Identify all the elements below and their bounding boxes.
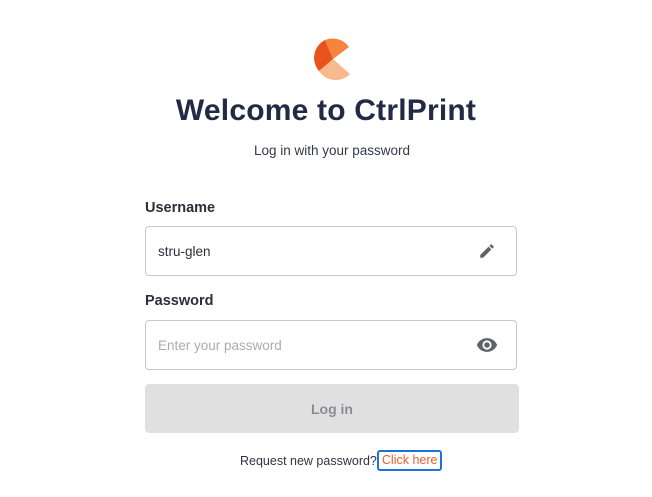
eye-icon[interactable] xyxy=(476,334,498,356)
page-title: Welcome to CtrlPrint xyxy=(175,94,477,127)
password-field[interactable] xyxy=(145,320,517,370)
ctrlprint-logo-icon xyxy=(314,38,350,80)
username-field[interactable] xyxy=(145,226,517,276)
request-password-row: Request new password? Click here xyxy=(240,450,443,471)
password-input[interactable] xyxy=(158,321,458,369)
request-password-text: Request new password? xyxy=(240,453,377,468)
pencil-icon[interactable] xyxy=(476,240,498,262)
username-input[interactable] xyxy=(158,227,458,275)
password-label: Password xyxy=(145,293,214,309)
username-label: Username xyxy=(145,200,216,216)
request-password-link[interactable]: Click here xyxy=(376,450,443,471)
login-button[interactable]: Log in xyxy=(145,384,519,433)
page-subtitle: Log in with your password xyxy=(253,143,411,158)
